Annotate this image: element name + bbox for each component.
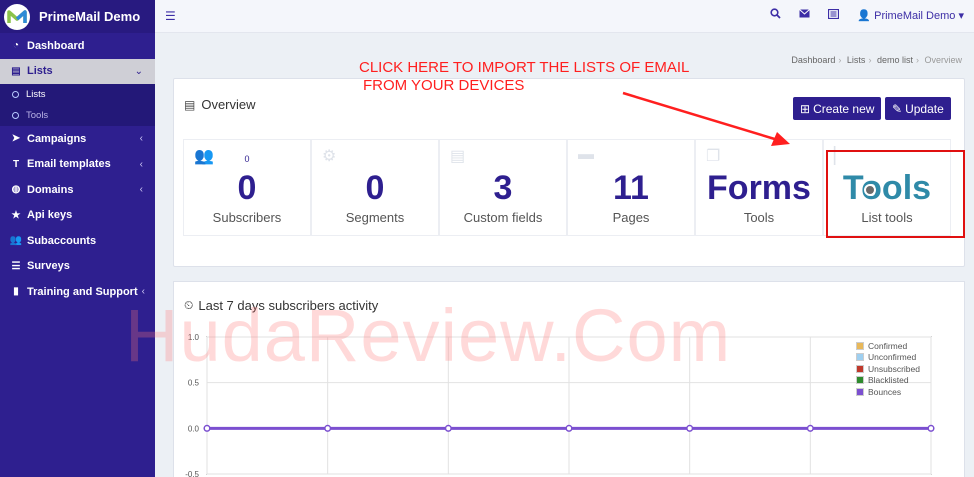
- legend-label: Confirmed: [868, 340, 908, 351]
- legend-swatch: [856, 341, 864, 350]
- y-tick-label: -0.5: [185, 470, 199, 477]
- annotation-arrow-icon: [622, 91, 790, 146]
- data-point: [565, 424, 573, 432]
- data-point: [203, 424, 211, 432]
- legend-item[interactable]: Blacklisted: [856, 375, 920, 387]
- annotation-line1: CLICK HERE TO IMPORT THE LISTS OF EMAIL: [359, 59, 690, 76]
- data-point: [927, 424, 935, 432]
- legend-label: Bounces: [868, 386, 902, 397]
- data-point: [806, 424, 814, 432]
- legend-item[interactable]: Bounces: [856, 386, 920, 398]
- y-tick-label: 0.0: [188, 424, 200, 433]
- data-point: [686, 424, 694, 432]
- legend-item[interactable]: Confirmed: [856, 340, 920, 352]
- legend-label: Blacklisted: [868, 375, 909, 386]
- highlight-box: [826, 150, 965, 238]
- y-tick-label: 1.0: [188, 333, 200, 342]
- legend-swatch: [856, 364, 864, 373]
- legend-label: Unconfirmed: [868, 352, 917, 363]
- legend-item[interactable]: Unconfirmed: [856, 352, 920, 364]
- data-point: [324, 424, 332, 432]
- chart-legend: Confirmed Unconfirmed Unsubscribed Blacklis…: [856, 340, 920, 398]
- data-point: [444, 424, 452, 432]
- legend-swatch: [856, 353, 864, 362]
- legend-label: Unsubscribed: [868, 363, 920, 374]
- legend-swatch: [856, 376, 864, 385]
- y-tick-label: 0.5: [188, 379, 200, 388]
- legend-swatch: [856, 387, 864, 396]
- legend-item[interactable]: Unsubscribed: [856, 363, 920, 375]
